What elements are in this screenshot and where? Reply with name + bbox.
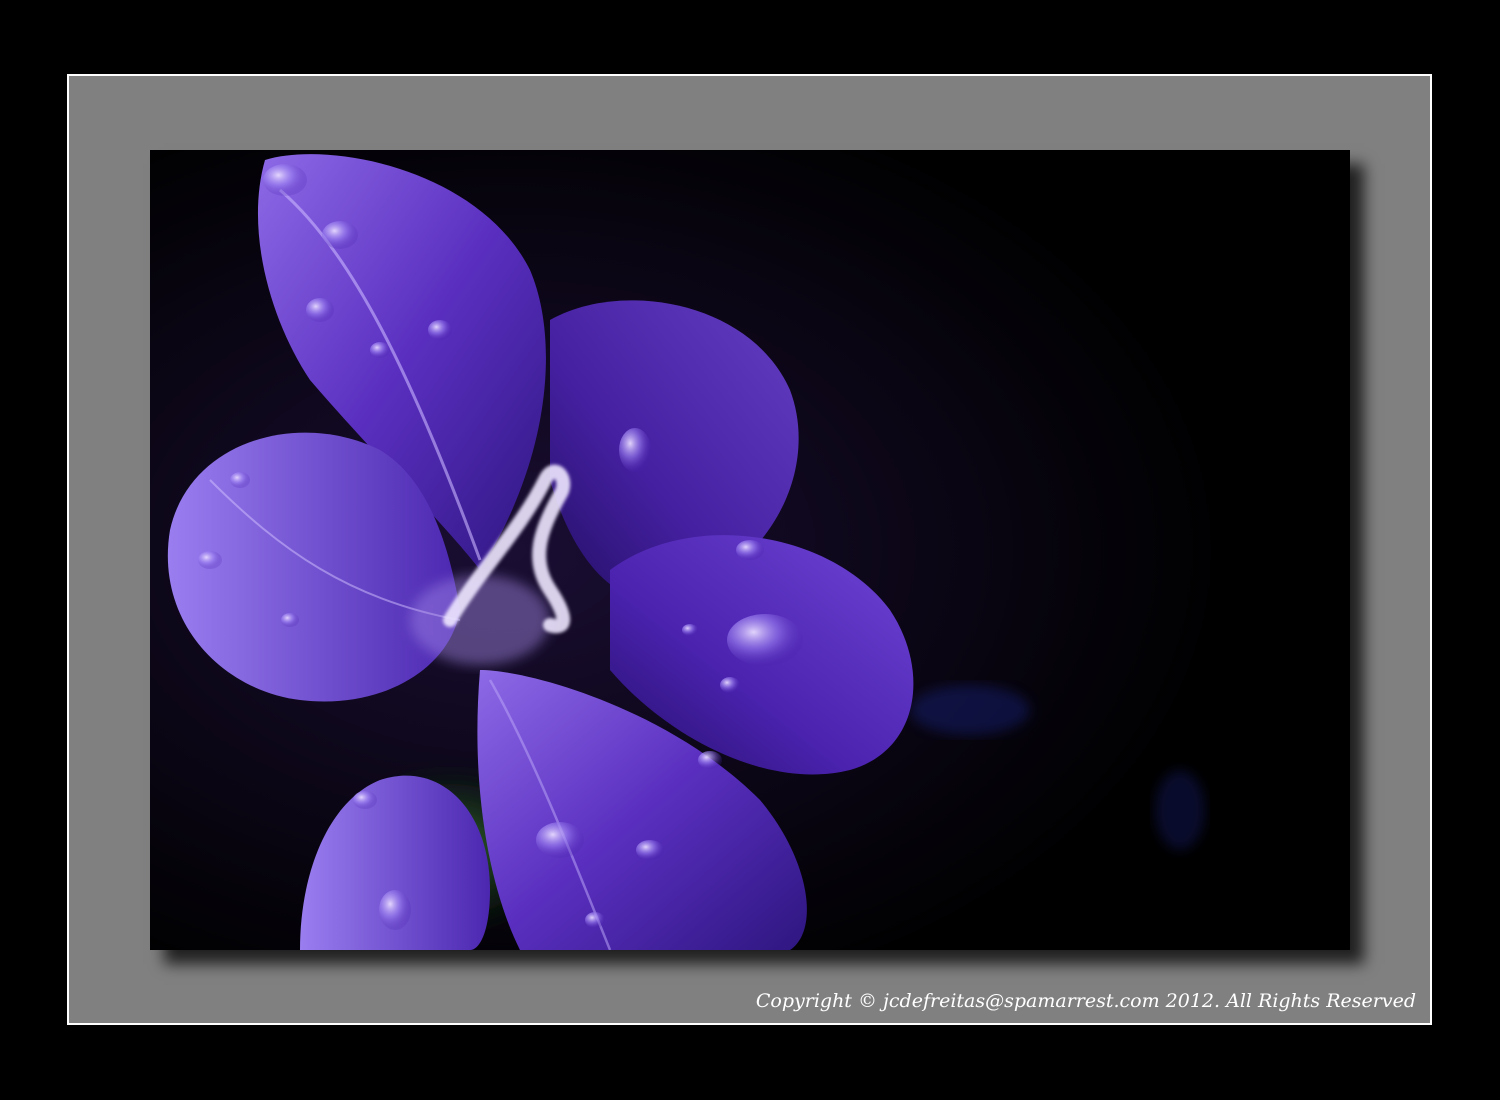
flower-photo: [150, 150, 1350, 950]
background-blur-blob: [910, 685, 1030, 735]
copyright-watermark: Copyright © jcdefreitas@spamarrest.com 2…: [755, 990, 1416, 1012]
outer-black-frame: Copyright © jcdefreitas@spamarrest.com 2…: [0, 0, 1500, 1100]
background-blur-blob: [1155, 770, 1205, 850]
flower-center: [410, 575, 550, 665]
purple-flower-icon: [150, 150, 1350, 950]
